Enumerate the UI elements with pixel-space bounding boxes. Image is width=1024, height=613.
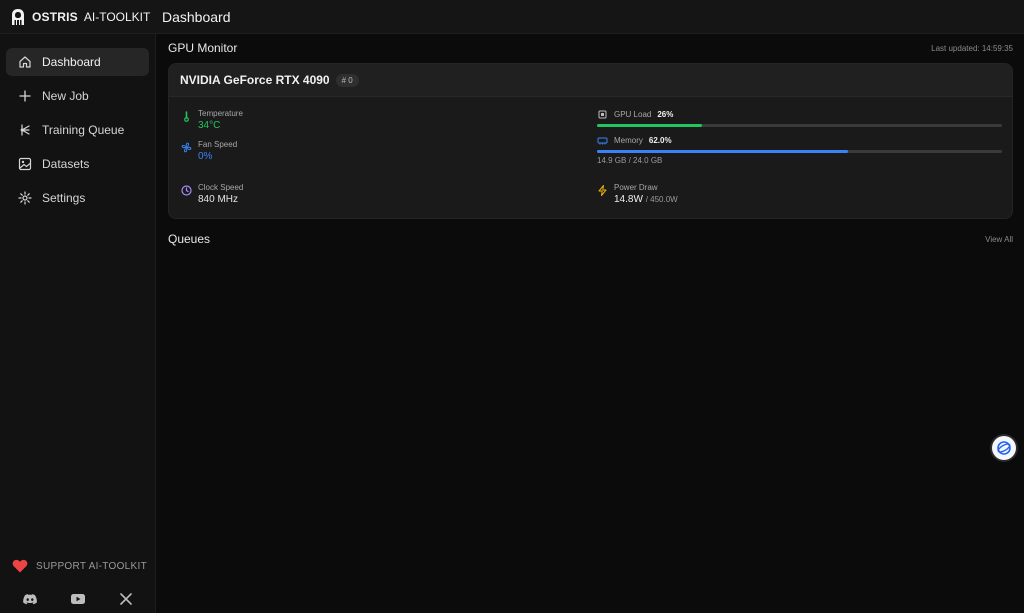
brand-subtitle: AI-TOOLKIT: [83, 9, 151, 24]
home-icon: [18, 55, 32, 69]
sidebar-item-label: Dashboard: [42, 55, 101, 69]
gpu-load-value: 26%: [657, 110, 674, 119]
memory-bar-fill: [597, 150, 849, 153]
brand[interactable]: OSTRIS AI-TOOLKIT: [0, 8, 156, 26]
gear-icon: [18, 191, 32, 205]
sidebar-item-dashboard[interactable]: Dashboard: [6, 48, 149, 76]
view-all-link[interactable]: View All: [985, 235, 1013, 244]
gpu-name: NVIDIA GeForce RTX 4090: [180, 73, 330, 87]
discord-icon[interactable]: [22, 591, 38, 607]
sidebar-item-label: Datasets: [42, 157, 90, 171]
sidebar-item-label: New Job: [42, 89, 89, 103]
temperature-value: 34°C: [198, 120, 221, 131]
power-draw-value: 14.8W: [614, 194, 643, 205]
sidebar-item-label: Training Queue: [42, 123, 125, 137]
temperature-label: Temperature: [198, 109, 243, 118]
sidebar-item-datasets[interactable]: Datasets: [6, 150, 149, 178]
gpu-card-header: NVIDIA GeForce RTX 4090 # 0: [169, 64, 1012, 97]
clock-speed-label: Clock Speed: [198, 183, 244, 192]
top-bar: OSTRIS AI-TOOLKIT Dashboard: [0, 0, 1024, 34]
sidebar-item-training-queue[interactable]: Training Queue: [6, 116, 149, 144]
youtube-icon[interactable]: [70, 591, 86, 607]
support-label: SUPPORT AI-TOOLKIT: [36, 560, 147, 572]
memory-label: Memory: [614, 136, 643, 145]
gpu-index-badge: # 0: [335, 73, 359, 87]
sidebar: Dashboard New Job Training Queue Dataset…: [0, 34, 156, 613]
heart-icon: [12, 559, 28, 573]
power-draw-stat: Power Draw 14.8W / 450.0W: [597, 183, 678, 205]
floating-assistant-button[interactable]: [992, 436, 1016, 460]
chip-icon: [598, 110, 607, 119]
plus-icon: [18, 89, 32, 103]
page-title: Dashboard: [162, 8, 231, 25]
queues-title: Queues: [168, 232, 211, 246]
clock-icon: [181, 185, 192, 196]
support-link[interactable]: SUPPORT AI-TOOLKIT: [12, 559, 147, 573]
social-links: [0, 591, 156, 607]
fan-speed-label: Fan Speed: [198, 140, 238, 149]
gpu-load-label: GPU Load: [614, 110, 652, 119]
fan-icon: [181, 142, 192, 153]
clock-speed-value: 840 MHz: [198, 194, 239, 205]
brand-name: OSTRIS: [32, 9, 78, 24]
sidebar-item-label: Settings: [42, 191, 86, 205]
images-icon: [18, 157, 32, 171]
thermometer-icon: [184, 111, 189, 122]
clock-speed-stat: Clock Speed 840 MHz: [181, 183, 243, 205]
memory-value: 62.0%: [648, 136, 672, 145]
sidebar-item-settings[interactable]: Settings: [6, 184, 149, 212]
memory-stat: Memory 62.0% 14.9 GB / 24.0 GB: [597, 135, 1002, 165]
gpu-load-bar: [597, 124, 1002, 127]
memory-detail: 14.9 GB / 24.0 GB: [597, 156, 663, 165]
fan-speed-stat: Fan Speed 0%: [181, 140, 237, 162]
gpu-load-bar-fill: [597, 124, 703, 127]
x-icon[interactable]: [118, 591, 134, 607]
last-updated: Last updated: 14:59:35: [931, 43, 1013, 53]
gpu-monitor-header: GPU Monitor Last updated: 14:59:35: [156, 34, 1024, 62]
power-draw-max: / 450.0W: [645, 195, 678, 204]
memory-bar: [597, 150, 1002, 153]
main-content: GPU Monitor Last updated: 14:59:35 NVIDI…: [156, 34, 1024, 613]
gpu-card: NVIDIA GeForce RTX 4090 # 0 Temperature …: [168, 63, 1013, 219]
power-draw-label: Power Draw: [614, 183, 658, 192]
ostris-logo-icon: [12, 8, 24, 25]
queue-icon: [18, 123, 32, 137]
assistant-icon: [997, 441, 1011, 455]
gpu-load-stat: GPU Load 26%: [597, 109, 1002, 127]
lightning-icon: [598, 185, 607, 196]
gpu-monitor-title: GPU Monitor: [168, 41, 238, 55]
memory-icon: [597, 137, 608, 145]
sidebar-item-new-job[interactable]: New Job: [6, 82, 149, 110]
fan-speed-value: 0%: [198, 151, 213, 162]
temperature-stat: Temperature 34°C: [181, 109, 243, 131]
queues-header: Queues View All: [156, 232, 1024, 246]
